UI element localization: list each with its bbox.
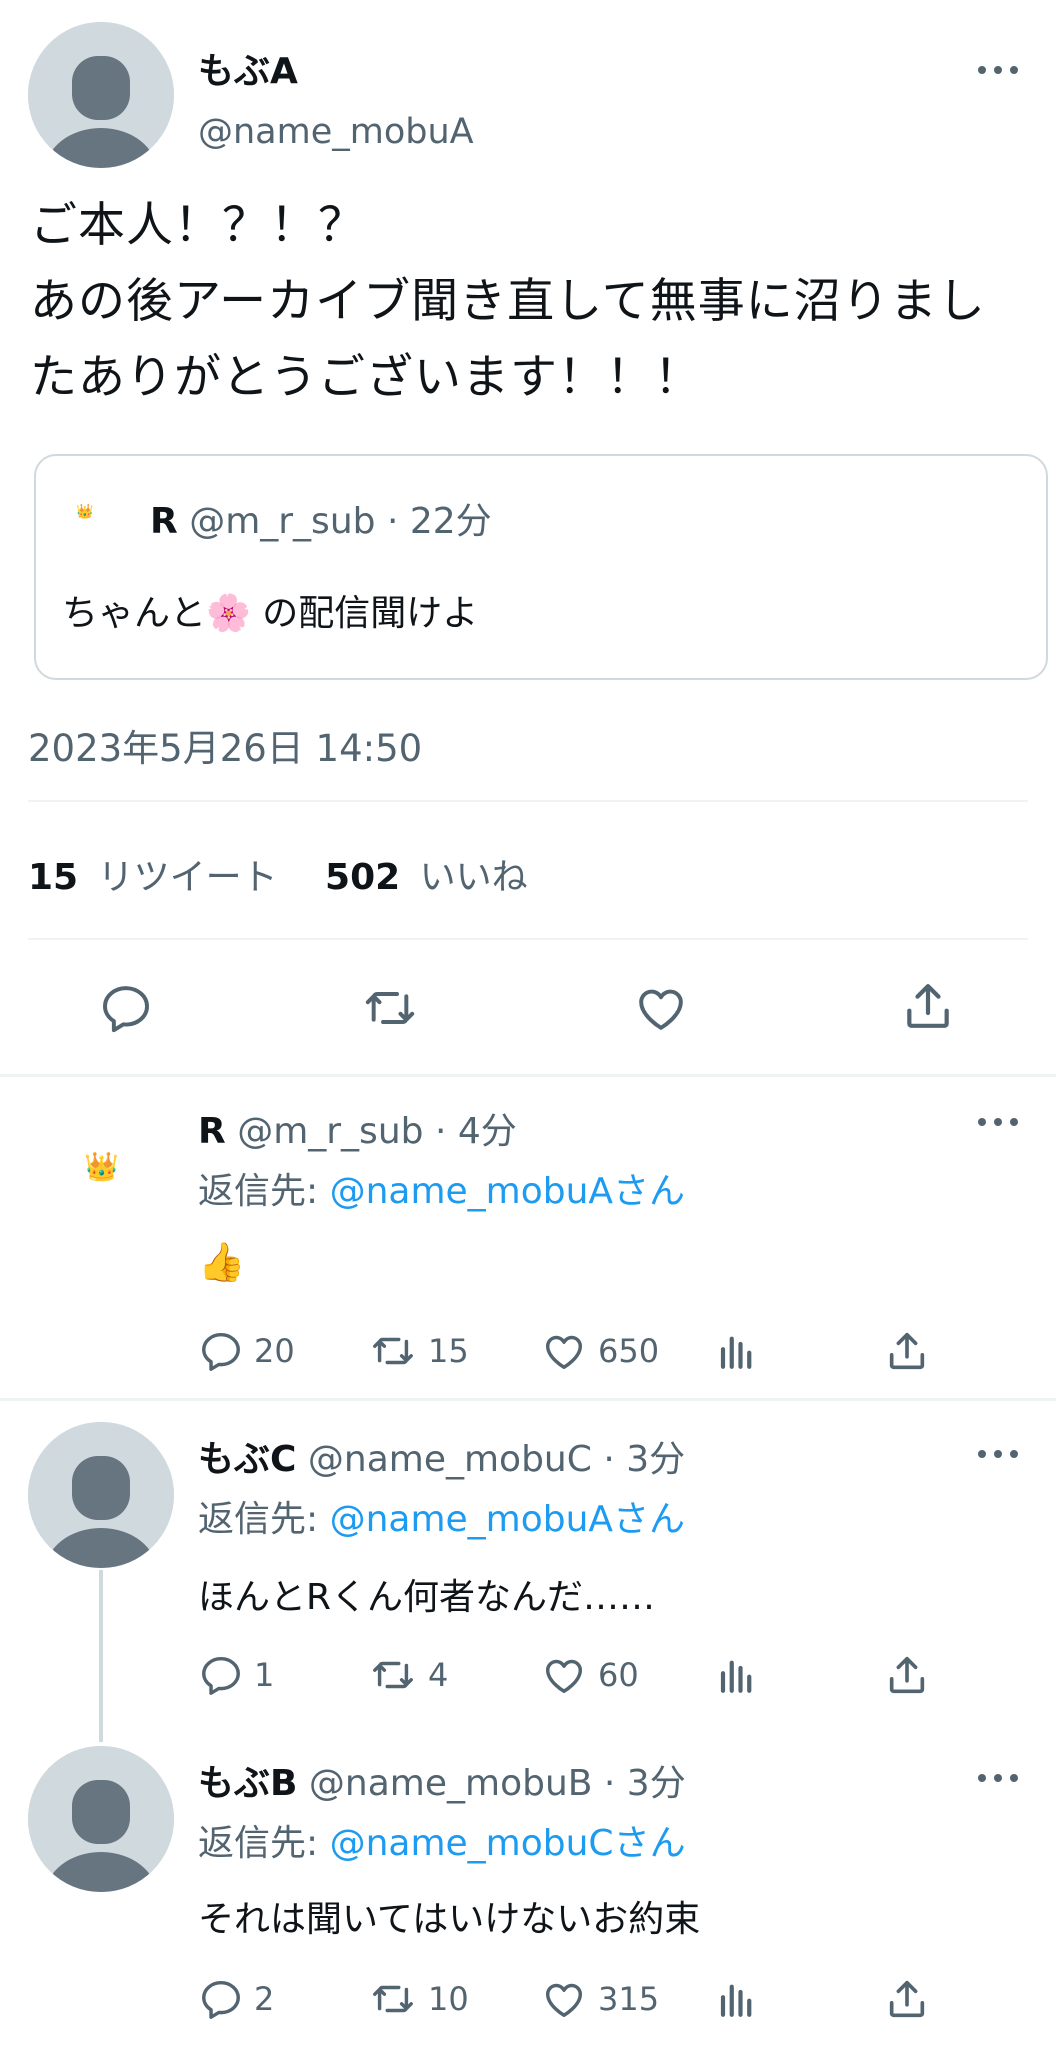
reply-text: ほんとRくん何者なんだ…… — [198, 1577, 656, 1618]
main-text-line: ご本人！？！？ — [30, 198, 366, 253]
divider — [28, 938, 1028, 940]
reply-header: もぶB @name_mobuB · 3分 — [198, 1754, 686, 1806]
reply-handle[interactable]: @name_mobuC — [308, 1439, 592, 1480]
like-count: 650 — [598, 1332, 660, 1370]
reply-action[interactable]: 2 — [198, 1976, 274, 2022]
reply-count: 20 — [254, 1332, 295, 1370]
like-label[interactable]: いいね — [420, 857, 528, 898]
crown-icon: 👑 — [76, 504, 94, 520]
default-avatar-icon — [28, 1746, 174, 1892]
replying-to-link[interactable]: @name_mobuAさん — [330, 1171, 685, 1212]
share-icon[interactable] — [884, 1328, 930, 1374]
thread-line — [99, 1570, 103, 1742]
quote-text-end: の配信聞けよ — [250, 593, 479, 634]
main-text-line: あの後アーカイブ聞き直して無事に沼りまし — [30, 274, 986, 329]
main-display-name[interactable]: もぶA — [198, 42, 298, 94]
retweet-icon[interactable] — [360, 980, 420, 1036]
divider — [0, 1074, 1056, 1077]
replying-to: 返信先: @name_mobuAさん — [198, 1162, 685, 1214]
reply-text: 👍 — [198, 1240, 246, 1284]
replying-to-label: 返信先: — [198, 1171, 330, 1212]
retweet-count: 15 — [428, 1332, 469, 1370]
share-icon[interactable] — [900, 978, 956, 1034]
default-avatar-icon — [28, 22, 174, 168]
quote-display-name: R — [150, 501, 178, 542]
more-icon[interactable] — [978, 1112, 1018, 1132]
reply-icon[interactable] — [98, 980, 154, 1036]
retweet-icon — [368, 1652, 418, 1698]
reply-handle[interactable]: @name_mobuB — [309, 1763, 593, 1804]
reply-action[interactable]: 1 — [198, 1652, 274, 1698]
replying-to-label: 返信先: — [198, 1499, 330, 1540]
avatar-mobuC[interactable] — [28, 1422, 174, 1568]
like-action[interactable]: 315 — [540, 1976, 659, 2022]
like-count: 60 — [598, 1656, 639, 1694]
retweet-count: 10 — [428, 1980, 469, 2018]
quote-text-start: ちゃんと — [62, 593, 207, 634]
more-icon[interactable] — [978, 1444, 1018, 1464]
reply-header: R @m_r_sub · 4分 — [198, 1102, 517, 1154]
retweet-action[interactable]: 4 — [368, 1652, 448, 1698]
more-icon[interactable] — [978, 1768, 1018, 1788]
replying-to: 返信先: @name_mobuCさん — [198, 1814, 686, 1866]
reply-time: · 3分 — [603, 1439, 686, 1480]
reply-display-name[interactable]: もぶB — [198, 1763, 297, 1804]
analytics-icon[interactable] — [716, 1978, 758, 2020]
reply-display-name[interactable]: R — [198, 1111, 226, 1152]
tweet-timestamp[interactable]: 2023年5月26日 14:50 — [28, 718, 422, 772]
replying-to-label: 返信先: — [198, 1823, 330, 1864]
avatar-mobuB[interactable] — [28, 1746, 174, 1892]
retweet-icon — [368, 1976, 418, 2022]
tweet-stats: 15 リツイート 502 いいね — [28, 848, 528, 900]
like-action[interactable]: 650 — [540, 1328, 659, 1374]
analytics-icon[interactable] — [716, 1330, 758, 1372]
replying-to-link[interactable]: @name_mobuCさん — [330, 1823, 686, 1864]
reply-count: 2 — [254, 1980, 275, 2018]
reply-action[interactable]: 20 — [198, 1328, 295, 1374]
quote-time: · 22分 — [386, 501, 492, 542]
crown-icon[interactable]: 👑 — [84, 1150, 119, 1183]
retweet-action[interactable]: 10 — [368, 1976, 469, 2022]
divider — [28, 800, 1028, 802]
reply-time: · 3分 — [603, 1763, 686, 1804]
like-icon — [540, 1976, 588, 2022]
retweet-count: 4 — [428, 1656, 449, 1694]
reply-handle[interactable]: @m_r_sub — [237, 1111, 423, 1152]
main-tweet-text: ご本人！？！？ あの後アーカイブ聞き直して無事に沼りまし たありがとうございます… — [30, 188, 1050, 416]
reply-icon — [198, 1328, 244, 1374]
like-icon — [540, 1328, 588, 1374]
quote-handle: @m_r_sub — [189, 501, 376, 542]
share-icon[interactable] — [884, 1976, 930, 2022]
main-text-line: たありがとうございます！！！ — [30, 350, 702, 405]
reply-icon — [198, 1976, 244, 2022]
avatar-mobuA[interactable] — [28, 22, 174, 168]
default-avatar-icon — [28, 1422, 174, 1568]
like-count[interactable]: 502 — [325, 857, 400, 898]
reply-text: それは聞いてはいけないお約束 — [198, 1899, 701, 1940]
reply-display-name[interactable]: もぶC — [198, 1439, 296, 1480]
analytics-icon[interactable] — [716, 1654, 758, 1696]
reply-header: もぶC @name_mobuC · 3分 — [198, 1430, 685, 1482]
replying-to: 返信先: @name_mobuAさん — [198, 1490, 685, 1542]
quoted-tweet[interactable]: 👑 R @m_r_sub · 22分 ちゃんと🌸 の配信聞けよ — [34, 454, 1048, 680]
share-icon[interactable] — [884, 1652, 930, 1698]
retweet-icon — [368, 1328, 418, 1374]
quote-text: ちゃんと🌸 の配信聞けよ — [62, 584, 478, 636]
like-count: 315 — [598, 1980, 660, 2018]
like-icon[interactable] — [632, 980, 690, 1036]
more-icon[interactable] — [978, 60, 1018, 80]
like-icon — [540, 1652, 588, 1698]
reply-count: 1 — [254, 1656, 275, 1694]
flower-emoji: 🌸 — [206, 593, 251, 634]
retweet-count[interactable]: 15 — [28, 857, 78, 898]
main-handle[interactable]: @name_mobuA — [198, 112, 474, 152]
reply-time: · 4分 — [434, 1111, 517, 1152]
reply-icon — [198, 1652, 244, 1698]
divider — [0, 1398, 1056, 1401]
retweet-label[interactable]: リツイート — [98, 857, 278, 898]
retweet-action[interactable]: 15 — [368, 1328, 469, 1374]
replying-to-link[interactable]: @name_mobuAさん — [330, 1499, 685, 1540]
like-action[interactable]: 60 — [540, 1652, 639, 1698]
